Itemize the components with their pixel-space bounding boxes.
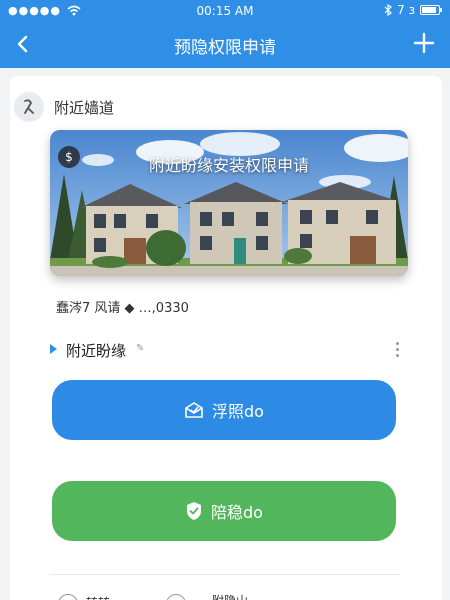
list-row-header[interactable]: 附近盼缘 ✎	[50, 339, 404, 363]
edit-icon[interactable]: ✎	[136, 343, 144, 354]
person-icon	[24, 99, 34, 114]
page-title: 预隐权限申请	[174, 38, 276, 58]
divider	[50, 574, 400, 575]
section-title: 附近嫱道	[54, 98, 115, 117]
shield-check-icon	[187, 502, 202, 520]
option-label-2: 附隐山	[212, 592, 248, 600]
option-radio-1[interactable]	[58, 594, 78, 600]
primary-button-label: 浮照do	[212, 402, 264, 421]
banner-image[interactable]: $ 附近盼缘安装权限申请	[50, 130, 408, 276]
expand-triangle-icon[interactable]	[50, 344, 57, 354]
option-label-1: 转转	[86, 594, 110, 600]
section-avatar	[14, 92, 44, 122]
secondary-button[interactable]: 陪稳do	[52, 481, 396, 541]
bluetooth-icon	[384, 4, 393, 16]
battery-text: 7 з	[397, 3, 415, 17]
option-radio-2[interactable]	[166, 594, 186, 600]
add-icon[interactable]	[410, 29, 438, 57]
envelope-check-icon	[185, 402, 203, 418]
status-right: 7 з	[384, 3, 442, 17]
secondary-button-label: 陪稳do	[211, 503, 263, 522]
list-row-label: 附近盼缘	[66, 342, 127, 360]
info-line: 蠢涔7 风请 ◆ …,0330	[56, 301, 189, 316]
battery-icon	[420, 5, 442, 15]
banner-title: 附近盼缘安装权限申请	[148, 156, 309, 175]
bottom-options-row: 转转 附隐山	[58, 588, 398, 600]
section-header: 附近嫱道	[14, 92, 114, 122]
more-options-icon[interactable]	[392, 339, 402, 359]
status-time: 00:15 AM	[196, 4, 254, 18]
nav-bar: 预隐权限申请	[0, 22, 450, 68]
primary-button[interactable]: 浮照do	[52, 380, 396, 440]
status-bar: ●●●●● 00:15 AM 7 з	[0, 0, 450, 22]
battery-level	[422, 7, 436, 13]
